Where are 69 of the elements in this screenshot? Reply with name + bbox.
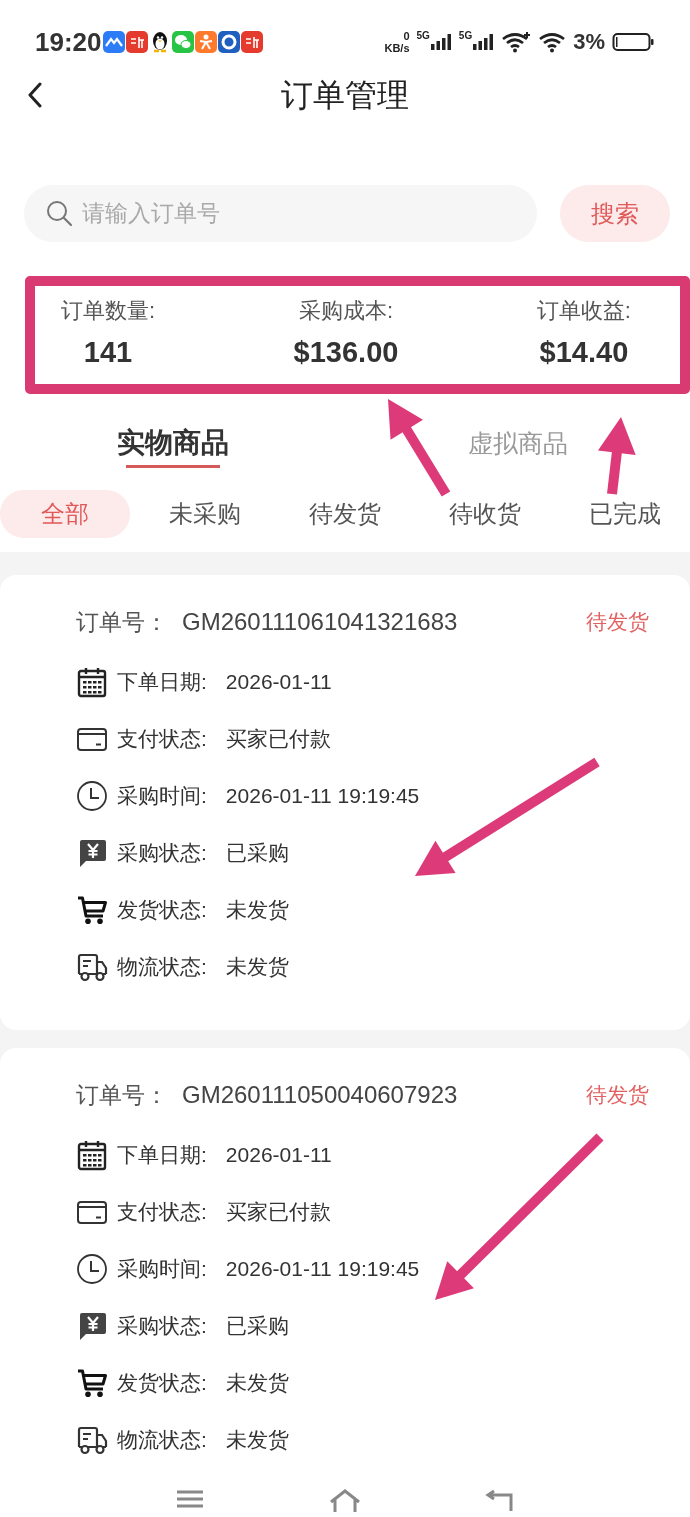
battery-percent: 3%: [573, 29, 605, 55]
network-type: 5G: [416, 31, 430, 41]
filter-tab[interactable]: 已完成: [560, 490, 690, 538]
search-field[interactable]: 请输入订单号: [24, 185, 537, 242]
chat-app-icon: [171, 31, 194, 53]
wifi-plus-icon: [501, 31, 532, 53]
field-label: 采购状态:: [117, 839, 207, 866]
order-number: GM260111050040607923: [182, 1080, 458, 1110]
status-time: 19:20: [35, 27, 102, 57]
field-value: 买家已付款: [225, 725, 331, 752]
field-value: 2026-01-11: [225, 1141, 332, 1168]
chevron-left-icon: [27, 82, 43, 108]
clock-icon: [76, 779, 108, 812]
stat-label: 订单数量:: [61, 297, 156, 325]
network-speed: 0: [403, 30, 410, 42]
home-icon[interactable]: [328, 1489, 362, 1513]
field-value: 2026-01-11: [225, 668, 332, 695]
calendar-icon: [76, 665, 108, 698]
field-label: 物流状态:: [117, 1426, 207, 1453]
field-label: 采购时间:: [117, 782, 207, 809]
menu-icon[interactable]: [175, 1489, 205, 1509]
field-value: 未发货: [225, 1369, 289, 1396]
signal-icon: [429, 33, 452, 51]
ring-logo-app-icon: [217, 31, 240, 53]
battery-icon: [612, 32, 654, 52]
field-label: 下单日期:: [117, 1141, 207, 1168]
field-value: 已采购: [225, 839, 289, 866]
field-label: 下单日期:: [117, 668, 207, 695]
person-app-icon: [194, 31, 217, 53]
field-value: 已采购: [225, 1312, 289, 1339]
app-tile-icon: [240, 31, 263, 53]
order-number-label: 订单号：: [76, 1081, 168, 1110]
wifi-icon: [538, 31, 567, 53]
stat-value: $136.00: [293, 335, 399, 370]
field-value: 买家已付款: [225, 1198, 331, 1225]
app-tile-icon: [125, 31, 148, 53]
field-value: 2026-01-11 19:19:45: [225, 1255, 420, 1282]
field-value: 未发货: [225, 953, 289, 980]
category-tab[interactable]: 实物商品: [116, 394, 229, 468]
search-icon: [46, 200, 73, 227]
field-label: 采购状态:: [117, 1312, 207, 1339]
field-label: 采购时间:: [117, 1255, 207, 1282]
network-speed-unit: KB/s: [384, 42, 410, 54]
stat-label: 采购成本:: [298, 297, 394, 325]
field-value: 未发货: [225, 896, 289, 923]
field-label: 支付状态:: [117, 725, 207, 752]
filter-tab[interactable]: 待收货: [420, 490, 550, 538]
field-value: 2026-01-11 19:19:45: [225, 782, 420, 809]
return-icon[interactable]: [485, 1489, 515, 1511]
filter-tab[interactable]: 待发货: [280, 490, 410, 538]
order-status: 待发货: [586, 609, 649, 635]
stat-value: 141: [83, 335, 133, 370]
stat-label: 订单收益:: [536, 297, 631, 325]
field-value: 未发货: [225, 1426, 289, 1453]
field-label: 物流状态:: [117, 953, 207, 980]
clock-icon: [76, 1252, 108, 1285]
page-title: 订单管理: [280, 76, 410, 115]
mountain-app-icon: [102, 31, 125, 53]
calendar-icon: [76, 1138, 108, 1171]
order-status: 待发货: [586, 1082, 649, 1108]
filter-tab[interactable]: 未采购: [140, 490, 270, 538]
signal-icon: [472, 33, 495, 51]
order-number-label: 订单号：: [76, 608, 168, 637]
order-number: GM260111061041321683: [182, 607, 458, 637]
field-label: 发货状态:: [117, 896, 207, 923]
network-type: 5G: [458, 31, 473, 41]
field-label: 发货状态:: [117, 1369, 207, 1396]
stat-value: $14.40: [539, 335, 629, 370]
field-label: 支付状态:: [117, 1198, 207, 1225]
